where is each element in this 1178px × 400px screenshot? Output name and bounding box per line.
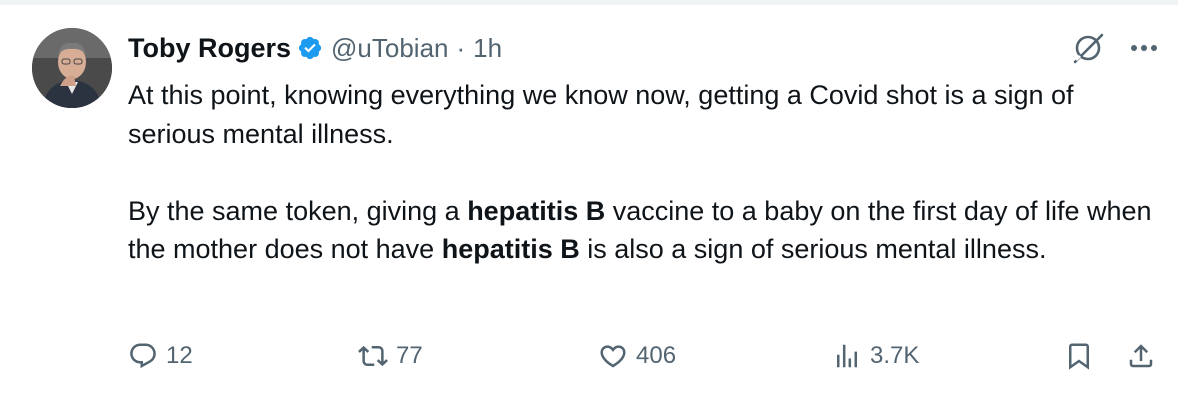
grok-icon [1073, 33, 1104, 64]
avatar-photo [32, 28, 112, 108]
author-name[interactable]: Toby Rogers [128, 33, 291, 64]
more-button[interactable] [1124, 30, 1164, 66]
tweet-paragraph-2: By the same token, giving a hepatitis B … [128, 192, 1168, 269]
like-button[interactable]: 406 [598, 334, 676, 378]
grok-button[interactable] [1068, 28, 1108, 68]
text-segment: is also a sign of serious mental illness… [579, 234, 1047, 264]
reply-icon [130, 343, 156, 369]
views-icon [837, 344, 857, 368]
action-bar: 12 77 406 3.7K [0, 334, 1178, 378]
more-icon [1131, 45, 1157, 51]
bold-text: hepatitis B [467, 195, 606, 226]
tweet-paragraph-1: At this point, knowing everything we kno… [128, 80, 1074, 149]
verified-badge-icon [298, 36, 322, 60]
tweet[interactable]: Toby Rogers @uTobian · 1h At this point,… [0, 0, 1178, 400]
retweet-count: 77 [396, 342, 423, 369]
avatar[interactable] [32, 28, 112, 108]
author-handle[interactable]: @uTobian [331, 33, 448, 64]
text-segment: By the same token, giving a [128, 195, 468, 226]
reply-count: 12 [166, 342, 193, 369]
like-count: 406 [636, 342, 677, 369]
tweet-text: At this point, knowing everything we kno… [128, 76, 1168, 269]
bookmark-button[interactable] [1064, 334, 1094, 378]
tweet-header: Toby Rogers @uTobian · 1h [128, 30, 502, 66]
heart-icon [600, 345, 626, 368]
share-button[interactable] [1126, 334, 1156, 378]
views-count: 3.7K [870, 342, 920, 369]
bold-text: hepatitis B [441, 234, 580, 264]
retweet-button[interactable]: 77 [358, 334, 423, 378]
share-icon [1129, 344, 1153, 368]
bookmark-icon [1069, 343, 1089, 370]
reply-button[interactable]: 12 [128, 334, 193, 378]
separator: · [456, 32, 466, 63]
retweet-icon [358, 345, 388, 367]
views-button[interactable]: 3.7K [832, 334, 919, 378]
timestamp[interactable]: 1h [473, 33, 502, 64]
